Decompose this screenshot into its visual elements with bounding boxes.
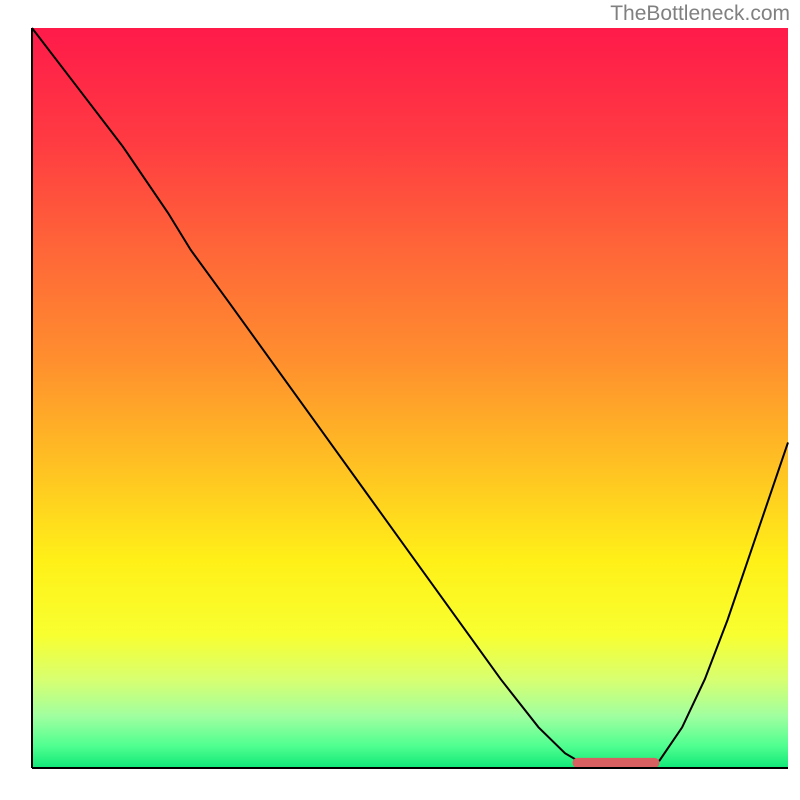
chart-container: TheBottleneck.com <box>0 0 800 800</box>
plot-area <box>32 28 788 768</box>
gradient-background <box>32 28 788 768</box>
watermark-text: TheBottleneck.com <box>610 2 790 26</box>
chart-svg <box>0 0 800 800</box>
optimal-zone-marker <box>573 758 660 768</box>
